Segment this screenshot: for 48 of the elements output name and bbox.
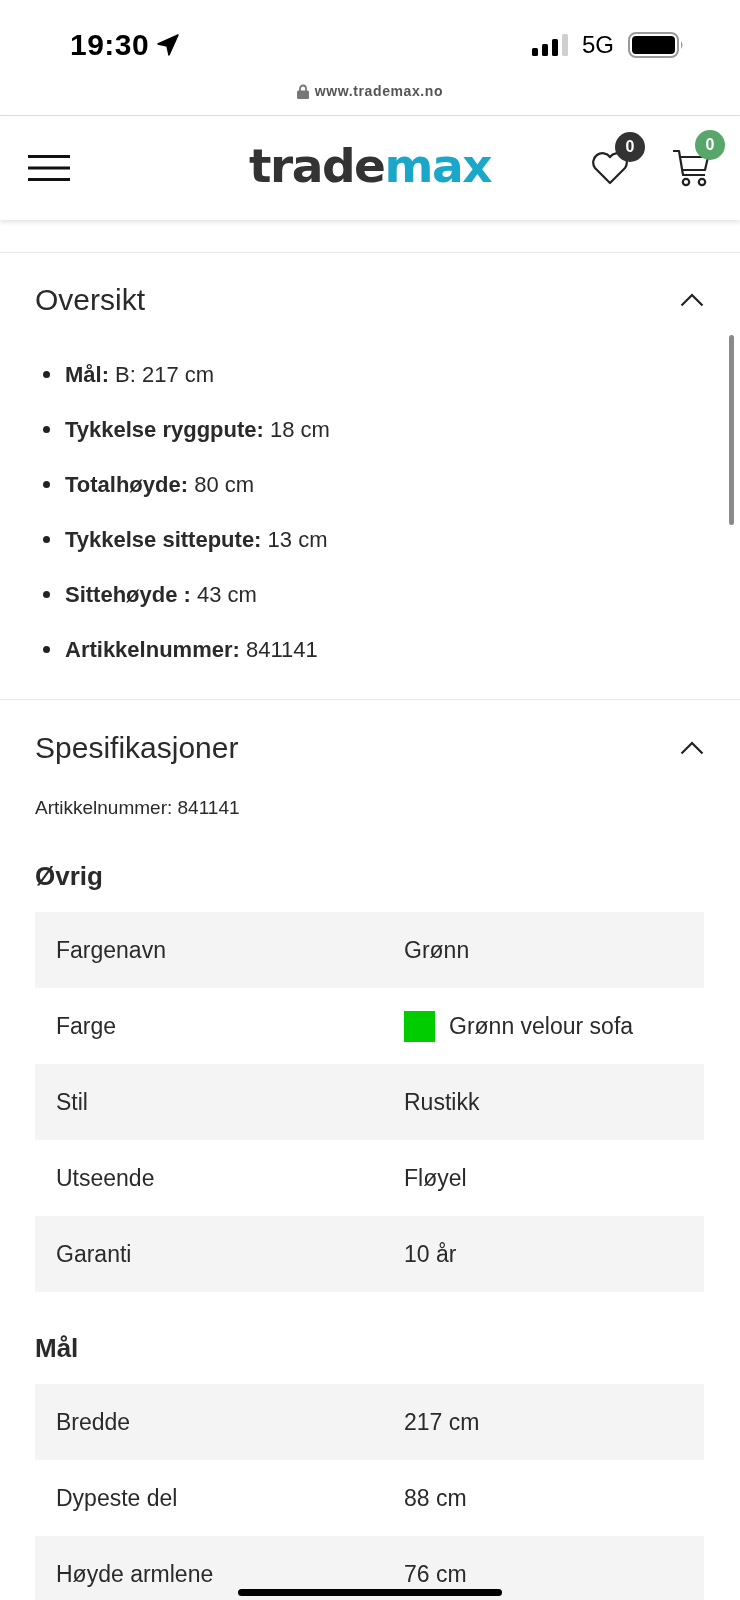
wishlist-count-badge: 0 (615, 131, 645, 162)
spec-value: Grønn velour sofa (449, 1012, 634, 1040)
spec-value: 217 cm (404, 1408, 480, 1436)
lock-icon (296, 84, 309, 99)
spec-label: Bredde (55, 1408, 131, 1436)
bullet-icon (43, 646, 50, 653)
battery-icon (628, 32, 684, 58)
heart-icon[interactable] (591, 151, 629, 185)
group-title: Mål (35, 1332, 80, 1364)
spec-value: Grønn (404, 936, 470, 964)
spec-value: Fløyel (404, 1164, 467, 1192)
signal-icon (532, 34, 568, 56)
spec-label: Utseende (55, 1164, 155, 1192)
bullet-icon (43, 426, 50, 433)
spec-value: 76 cm (404, 1560, 467, 1588)
bullet-icon (43, 591, 50, 598)
chevron-up-icon[interactable] (680, 741, 704, 755)
cart-count-badge: 0 (695, 130, 725, 160)
overview-item: Artikkelnummer: 841141 (65, 636, 318, 663)
chevron-up-icon[interactable] (680, 293, 704, 307)
spec-value: Rustikk (404, 1088, 480, 1116)
spec-label: Dypeste del (55, 1484, 178, 1512)
bullet-icon (43, 536, 50, 543)
url-text[interactable]: www.trademax.no (314, 80, 444, 102)
article-number: Artikkelnummer: 841141 (35, 796, 241, 820)
clock-time: 19:30 (70, 28, 150, 62)
spec-label: Stil (55, 1088, 88, 1116)
spec-value: 88 cm (404, 1484, 467, 1512)
bullet-icon (43, 481, 50, 488)
overview-item: Mål: B: 217 cm (65, 361, 215, 388)
shopping-cart-icon[interactable] (672, 148, 710, 188)
overview-item: Tykkelse sittepute: 13 cm (65, 526, 328, 553)
network-type: 5G (582, 31, 614, 59)
overview-item: Tykkelse ryggpute: 18 cm (65, 416, 330, 443)
spec-label: Fargenavn (55, 936, 166, 964)
spec-label: Høyde armlene (55, 1560, 214, 1588)
location-arrow-icon (157, 34, 180, 56)
spec-label: Garanti (55, 1240, 132, 1268)
overview-item: Sittehøyde : 43 cm (65, 581, 257, 608)
bullet-icon (43, 371, 50, 378)
trademax-logo[interactable]: trademax (249, 136, 491, 200)
group-title: Øvrig (35, 860, 104, 892)
section-title[interactable]: Oversikt (35, 283, 145, 317)
overview-item: Totalhøyde: 80 cm (65, 471, 255, 498)
menu-icon[interactable] (28, 154, 70, 182)
section-title[interactable]: Spesifikasjoner (35, 731, 239, 765)
spec-value: 10 år (404, 1240, 457, 1268)
spec-label: Farge (55, 1012, 117, 1040)
